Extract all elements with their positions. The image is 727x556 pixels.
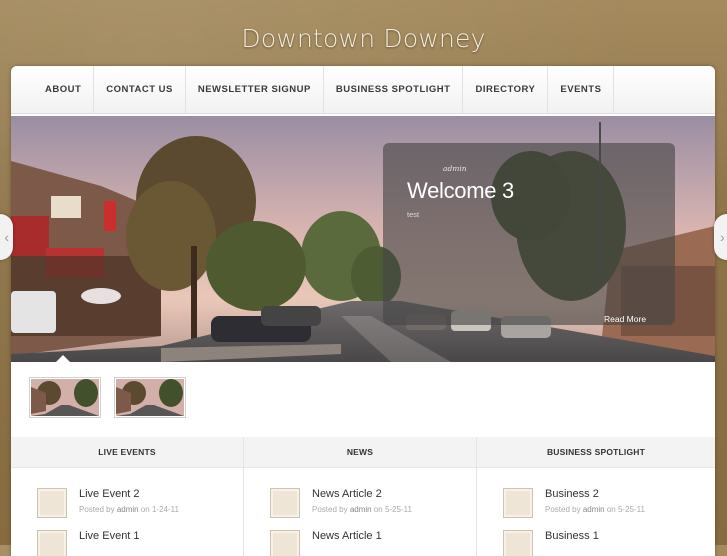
item-title[interactable]: Business 1 <box>545 530 599 542</box>
main-nav: ABOUT CONTACT US NEWSLETTER SIGNUP BUSIN… <box>11 66 715 114</box>
read-more-link[interactable]: Read More <box>604 314 646 324</box>
slide-author[interactable]: admin <box>443 164 467 173</box>
slide-excerpt: test <box>407 210 420 219</box>
nav-events[interactable]: EVENTS <box>548 66 615 113</box>
item-author[interactable]: admin <box>350 505 372 514</box>
item-author[interactable]: admin <box>117 505 139 514</box>
item-thumbnail[interactable] <box>37 530 67 556</box>
column-heading: LIVE EVENTS <box>11 437 243 468</box>
column-heading: BUSINESS SPOTLIGHT <box>477 437 715 468</box>
item-meta: Posted by admin on 5-25-11 <box>312 505 412 514</box>
item-date: on 5-25-11 <box>373 505 412 514</box>
thumbnail-image <box>116 379 184 416</box>
item-author[interactable]: admin <box>583 505 605 514</box>
item-thumbnail[interactable] <box>503 488 533 518</box>
posted-by-label: Posted by <box>545 505 581 514</box>
slide-title[interactable]: Welcome 3 <box>407 178 514 204</box>
content-columns: LIVE EVENTS Live Event 2 Posted by admin… <box>11 437 715 556</box>
item-thumbnail[interactable] <box>503 530 533 556</box>
thumbnail-1[interactable] <box>29 377 101 418</box>
slider-thumbnails <box>11 362 715 437</box>
item-title[interactable]: Live Event 1 <box>79 530 140 542</box>
chevron-left-icon[interactable]: ‹ <box>0 214 13 260</box>
item-date: on 5-25-11 <box>606 505 645 514</box>
live-events-column: LIVE EVENTS Live Event 2 Posted by admin… <box>11 437 244 556</box>
nav-directory[interactable]: DIRECTORY <box>463 66 549 113</box>
nav-about[interactable]: ABOUT <box>34 66 95 113</box>
thumbnail-2[interactable] <box>114 377 186 418</box>
featured-slider: admin Welcome 3 test Read More <box>11 116 715 362</box>
item-title[interactable]: Live Event 2 <box>79 488 140 500</box>
thumbnail-image <box>31 379 99 416</box>
item-title[interactable]: Business 2 <box>545 488 599 500</box>
item-thumbnail[interactable] <box>37 488 67 518</box>
news-column: NEWS News Article 2 Posted by admin on 5… <box>244 437 477 556</box>
posted-by-label: Posted by <box>312 505 348 514</box>
business-spotlight-column: BUSINESS SPOTLIGHT Business 2 Posted by … <box>477 437 715 556</box>
item-title[interactable]: News Article 1 <box>312 530 382 542</box>
item-thumbnail[interactable] <box>270 488 300 518</box>
nav-contact-us[interactable]: CONTACT US <box>94 66 186 113</box>
chevron-right-icon[interactable]: › <box>714 214 727 260</box>
item-thumbnail[interactable] <box>270 530 300 556</box>
slide-caption: admin Welcome 3 test Read More <box>383 143 675 325</box>
main-container: ABOUT CONTACT US NEWSLETTER SIGNUP BUSIN… <box>11 66 715 556</box>
nav-newsletter-signup[interactable]: NEWSLETTER SIGNUP <box>186 66 324 113</box>
site-title[interactable]: Downtown Downey <box>0 24 727 53</box>
nav-business-spotlight[interactable]: BUSINESS SPOTLIGHT <box>324 66 464 113</box>
active-thumb-pointer <box>56 355 70 362</box>
posted-by-label: Posted by <box>79 505 115 514</box>
item-meta: Posted by admin on 1-24-11 <box>79 505 179 514</box>
item-title[interactable]: News Article 2 <box>312 488 382 500</box>
item-date: on 1-24-11 <box>140 505 179 514</box>
item-meta: Posted by admin on 5-25-11 <box>545 505 645 514</box>
column-heading: NEWS <box>244 437 476 468</box>
nav-list: ABOUT CONTACT US NEWSLETTER SIGNUP BUSIN… <box>34 66 615 113</box>
